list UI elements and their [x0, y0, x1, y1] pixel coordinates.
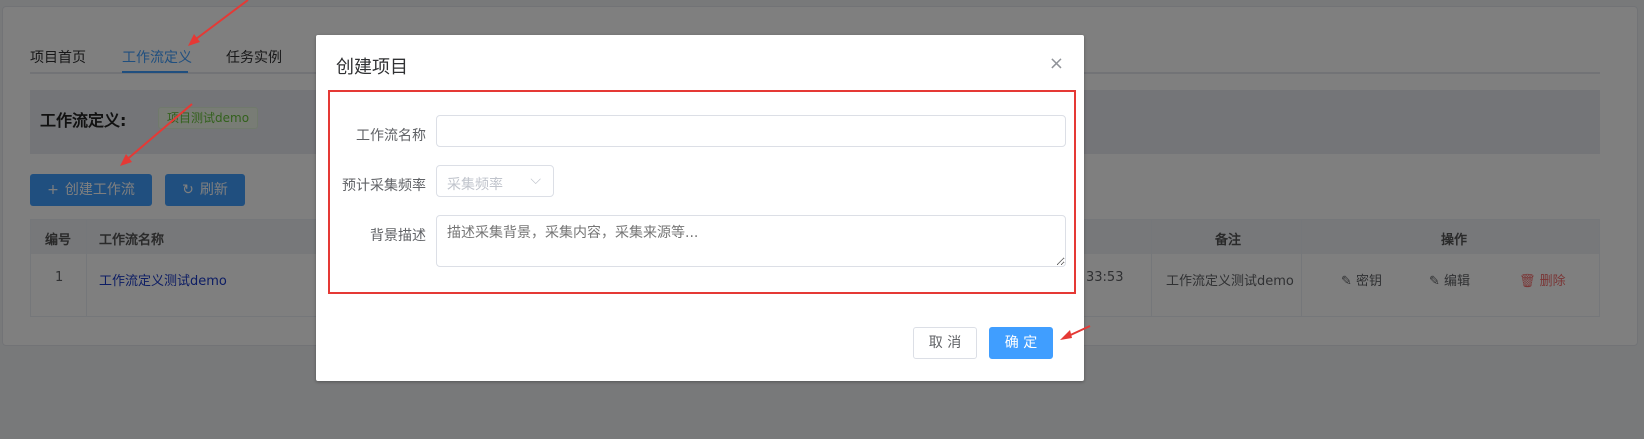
annotation-arrow-head: [188, 34, 200, 46]
annotation-arrows: [120, 0, 1091, 340]
annotation-arrow: [123, 103, 193, 163]
annotation-arrow: [191, 0, 249, 43]
annotation-arrow-head: [1060, 330, 1072, 340]
